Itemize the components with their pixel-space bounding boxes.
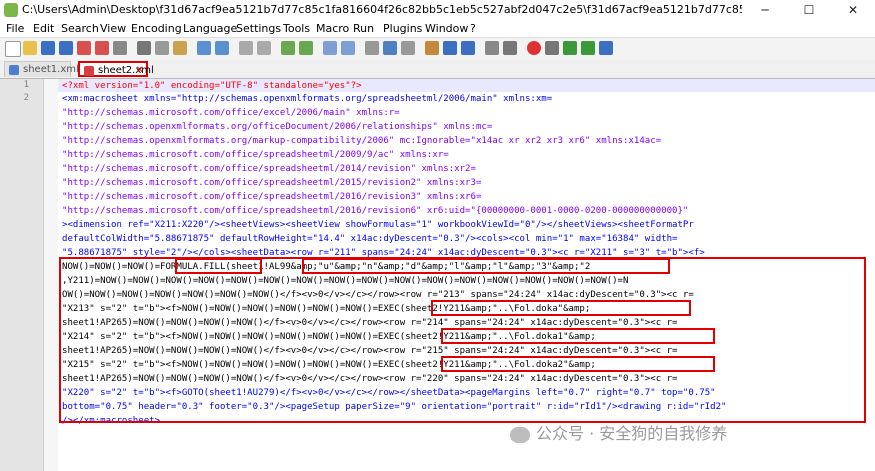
tab-sheet1[interactable]: sheet1.xml [4, 61, 79, 77]
new-file-icon[interactable] [5, 41, 21, 57]
menu-language[interactable]: Language [183, 22, 237, 35]
print-icon[interactable] [113, 41, 127, 55]
code-line: "http://schemas.microsoft.com/office/spr… [62, 192, 482, 202]
copy-icon[interactable] [155, 41, 169, 55]
string-concat-highlight [302, 258, 670, 274]
stop-macro-icon[interactable] [545, 41, 559, 55]
exec-doka-highlight [431, 300, 691, 316]
formula-fill-highlight [175, 258, 262, 274]
zoom-out-icon[interactable] [299, 41, 313, 55]
save-icon[interactable] [41, 41, 55, 55]
save-all-icon[interactable] [59, 41, 73, 55]
minimize-button[interactable]: ─ [743, 0, 787, 21]
redo-icon[interactable] [215, 41, 229, 55]
paste-icon[interactable] [173, 41, 187, 55]
find-icon[interactable] [239, 41, 253, 55]
close-file-icon[interactable] [77, 41, 91, 55]
menu-macro[interactable]: Macro [316, 22, 349, 35]
menu-edit[interactable]: Edit [33, 22, 54, 35]
tab-label: sheet1.xml [23, 64, 79, 75]
line-number-gutter: 1 2 [0, 79, 44, 471]
play-macro-icon[interactable] [563, 41, 577, 55]
replace-icon[interactable] [257, 41, 271, 55]
menu-search[interactable]: Search [61, 22, 99, 35]
menu-run[interactable]: Run [353, 22, 374, 35]
toolbar [0, 37, 875, 61]
wechat-icon [510, 426, 530, 443]
menu-tools[interactable]: Tools [283, 22, 310, 35]
menu-view[interactable]: View [100, 22, 126, 35]
doc-map-icon[interactable] [443, 41, 457, 55]
fold-margin[interactable] [44, 79, 58, 471]
language-icon[interactable] [425, 41, 439, 55]
close-all-icon[interactable] [95, 41, 109, 55]
show-all-chars-icon[interactable] [383, 41, 397, 55]
window-title: C:\Users\Admin\Desktop\f31d67acf9ea5121b… [22, 3, 742, 16]
word-wrap-icon[interactable] [365, 41, 379, 55]
indent-guide-icon[interactable] [401, 41, 415, 55]
close-button[interactable]: ✕ [831, 0, 875, 21]
code-line: <xm:macrosheet xmlns="http://schemas.ope… [62, 94, 553, 104]
record-macro-icon[interactable] [527, 41, 541, 55]
file-icon [9, 65, 19, 75]
menu-file[interactable]: File [6, 22, 24, 35]
code-line: "http://schemas.microsoft.com/office/spr… [62, 178, 482, 188]
code-line: "http://schemas.microsoft.com/office/exc… [62, 108, 400, 118]
sync-horizontal-icon[interactable] [341, 41, 355, 55]
tab-close-icon[interactable]: ✕ [136, 63, 144, 79]
cut-icon[interactable] [137, 41, 151, 55]
run-macro-multiple-icon[interactable] [581, 41, 595, 55]
code-line: "http://schemas.microsoft.com/office/spr… [62, 150, 449, 160]
function-list-icon[interactable] [461, 41, 475, 55]
zoom-in-icon[interactable] [281, 41, 295, 55]
editor-area[interactable]: 1 2 <?xml version="1.0" encoding="UTF-8"… [0, 79, 875, 471]
notepad-plus-plus-icon [4, 3, 18, 17]
exec-doka2-highlight [441, 356, 715, 372]
folder-workspace-icon[interactable] [485, 41, 499, 55]
menu-help[interactable]: ? [470, 22, 476, 35]
menu-plugins[interactable]: Plugins [383, 22, 422, 35]
code-line: "http://schemas.microsoft.com/office/spr… [62, 164, 476, 174]
tab-bar: sheet1.xml sheet2.xml ✕ [0, 60, 875, 79]
watermark: 公众号 · 安全狗的自我修养 [510, 420, 727, 444]
tab-sheet2[interactable]: sheet2.xml ✕ [78, 61, 154, 79]
exec-doka1-highlight [441, 328, 715, 344]
menu-encoding[interactable]: Encoding [131, 22, 182, 35]
code-line: defaultColWidth="5.88671875" defaultRowH… [62, 234, 678, 244]
file-icon [84, 66, 94, 76]
menu-settings[interactable]: Settings [236, 22, 281, 35]
code-line: "http://schemas.microsoft.com/office/spr… [62, 206, 689, 216]
title-bar: C:\Users\Admin\Desktop\f31d67acf9ea5121b… [0, 0, 875, 22]
sync-vertical-icon[interactable] [323, 41, 337, 55]
line-number: 2 [23, 93, 29, 103]
code-line: "http://schemas.openxmlformats.org/marku… [62, 136, 662, 146]
code-line: <?xml version="1.0" encoding="UTF-8" sta… [62, 81, 362, 91]
code-line: ><dimension ref="X211:X220"/><sheetViews… [62, 220, 694, 230]
maximize-button[interactable]: ☐ [787, 0, 831, 21]
watermark-text: 公众号 · 安全狗的自我修养 [536, 424, 728, 443]
save-macro-icon[interactable] [599, 41, 613, 55]
tab-label: sheet2.xml [98, 65, 154, 76]
line-number: 1 [23, 80, 29, 90]
monitoring-icon[interactable] [503, 41, 517, 55]
menu-window[interactable]: Window [425, 22, 468, 35]
undo-icon[interactable] [197, 41, 211, 55]
open-file-icon[interactable] [23, 41, 37, 55]
code-line: "http://schemas.openxmlformats.org/offic… [62, 122, 493, 132]
menu-bar: File Edit Search View Encoding Language … [0, 21, 875, 37]
